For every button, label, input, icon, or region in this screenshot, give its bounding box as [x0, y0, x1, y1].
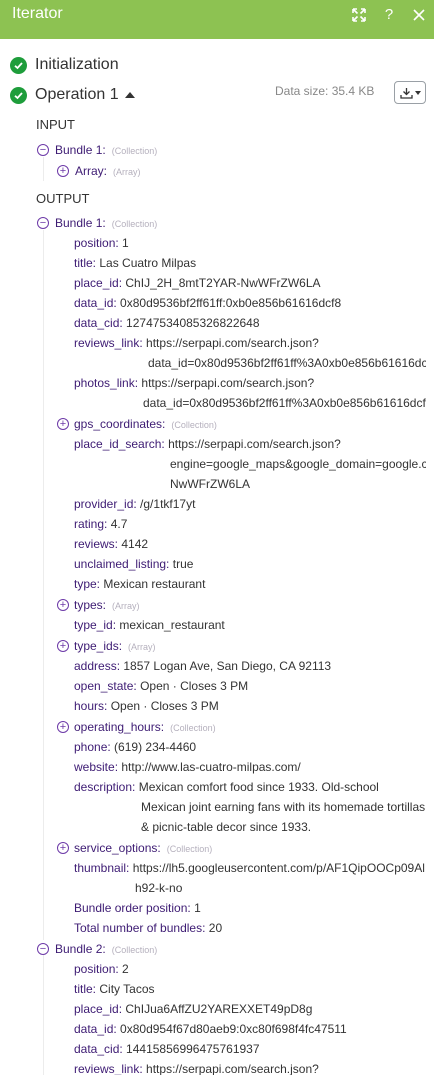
output-bundle-1[interactable]: Bundle 1: (Collection)	[55, 216, 157, 236]
field-open-state: open_state: Open · Closes 3 PM	[74, 679, 249, 693]
expand-icon[interactable]: +	[57, 842, 69, 854]
close-icon[interactable]	[404, 4, 434, 26]
operation-label: Operation 1	[35, 86, 119, 103]
field-service-options[interactable]: service_options: (Collection)	[74, 841, 212, 861]
collapse-icon[interactable]: −	[37, 217, 49, 229]
array-label: Array:	[75, 164, 108, 178]
field-reviews-link-cont: data_id=0x80d9536bf2ff61ff%3A0xb0e856b61…	[148, 356, 426, 370]
output-section-title: OUTPUT	[36, 191, 90, 206]
bundle-label: Bundle 1:	[55, 216, 106, 230]
bundle-label: Bundle 2:	[55, 942, 106, 956]
initialization-label: Initialization	[35, 56, 119, 73]
field-operating-hours[interactable]: operating_hours: (Collection)	[74, 720, 216, 740]
tree-line	[43, 955, 44, 1075]
window-titlebar: Iterator ?	[0, 0, 434, 39]
field-position: position: 2	[74, 962, 129, 976]
type-badge: (Array)	[113, 167, 141, 177]
field-title: title: City Tacos	[74, 982, 155, 996]
help-icon[interactable]: ?	[374, 4, 404, 26]
field-place-id: place_id: ChIJ_2H_8mtT2YAR-NwWFrZW6LA	[74, 276, 321, 290]
field-phone: phone: (619) 234-4460	[74, 740, 197, 754]
input-array[interactable]: Array: (Array)	[75, 164, 141, 184]
type-badge: (Collection)	[111, 945, 158, 955]
tree-line	[43, 157, 44, 181]
field-title: title: Las Cuatro Milpas	[74, 256, 197, 270]
input-section-title: INPUT	[36, 117, 75, 132]
field-rating: rating: 4.7	[74, 517, 128, 531]
type-badge: (Collection)	[111, 219, 158, 229]
field-photos-link-cont: data_id=0x80d9536bf2ff61ff%3A0xb0e856b61…	[143, 396, 426, 410]
collapse-icon[interactable]: −	[37, 943, 49, 955]
expand-icon[interactable]: +	[57, 599, 69, 611]
field-description-cont: Mexican joint earning fans with its home…	[141, 800, 426, 814]
field-type-id: type_id: mexican_restaurant	[74, 618, 225, 632]
field-place-id-search: place_id_search: https://serpapi.com/sea…	[74, 437, 341, 451]
collapse-icon[interactable]: −	[37, 144, 49, 156]
expand-icon[interactable]: +	[57, 418, 69, 430]
field-type-ids[interactable]: type_ids: (Array)	[74, 639, 156, 659]
field-bundle-order-position: Bundle order position: 1	[74, 901, 201, 915]
field-thumbnail-cont: h92-k-no	[135, 881, 183, 895]
field-thumbnail: thumbnail: https://lh5.googleusercontent…	[74, 861, 425, 875]
field-position: position: 1	[74, 236, 129, 250]
field-types[interactable]: types: (Array)	[74, 598, 140, 618]
field-website: website: http://www.las-cuatro-milpas.co…	[74, 760, 301, 774]
field-address: address: 1857 Logan Ave, San Diego, CA 9…	[74, 659, 332, 673]
field-provider-id: provider_id: /g/1tkf17yt	[74, 497, 196, 511]
download-icon	[399, 87, 413, 99]
expand-icon[interactable]: +	[57, 165, 69, 177]
expand-icon[interactable]: +	[57, 721, 69, 733]
field-description: description: Mexican comfort food since …	[74, 780, 379, 794]
initialization-row[interactable]: Initialization	[10, 54, 119, 76]
output-bundle-2[interactable]: Bundle 2: (Collection)	[55, 942, 157, 962]
field-place-id-search-cont2: NwWFrZW6LA	[170, 477, 250, 491]
field-photos-link: photos_link: https://serpapi.com/search.…	[74, 376, 315, 390]
bundle-label: Bundle 1:	[55, 143, 106, 157]
field-hours: hours: Open · Closes 3 PM	[74, 699, 219, 713]
field-reviews: reviews: 4142	[74, 537, 149, 551]
field-place-id: place_id: ChIJua6AffZU2YAREXXET49pD8g	[74, 1002, 313, 1016]
operation-row[interactable]: Operation 1	[10, 84, 135, 106]
field-place-id-search-cont: engine=google_maps&google_domain=google.…	[170, 457, 426, 471]
type-badge: (Collection)	[111, 146, 158, 156]
tree-line	[43, 230, 44, 940]
field-data-cid: data_cid: 12747534085326822648	[74, 316, 260, 330]
field-reviews-link: reviews_link: https://serpapi.com/search…	[74, 1062, 319, 1075]
check-icon	[10, 56, 27, 74]
input-bundle-1[interactable]: Bundle 1: (Collection)	[55, 143, 157, 163]
check-icon	[10, 86, 27, 104]
window-title: Iterator	[12, 4, 63, 22]
collapse-caret-icon[interactable]	[124, 92, 135, 98]
expand-icon[interactable]	[344, 4, 374, 26]
field-unclaimed-listing: unclaimed_listing: true	[74, 557, 194, 571]
field-data-cid: data_cid: 14415856996475761937	[74, 1042, 260, 1056]
field-gps-coordinates[interactable]: gps_coordinates: (Collection)	[74, 417, 217, 437]
field-description-cont2: & picnic-table decor since 1933.	[141, 820, 312, 834]
field-reviews-link: reviews_link: https://serpapi.com/search…	[74, 336, 319, 350]
field-data-id: data_id: 0x80d9536bf2ff61ff:0xb0e856b616…	[74, 296, 342, 310]
field-type: type: Mexican restaurant	[74, 577, 206, 591]
chevron-down-icon	[414, 90, 421, 95]
field-data-id: data_id: 0x80d954f67d80aeb9:0xc80f698f4f…	[74, 1022, 347, 1036]
data-size: Data size: 35.4 KB	[275, 84, 375, 98]
expand-icon[interactable]: +	[57, 640, 69, 652]
field-total-number-of-bundles: Total number of bundles: 20	[74, 921, 223, 935]
download-button[interactable]	[394, 81, 426, 104]
